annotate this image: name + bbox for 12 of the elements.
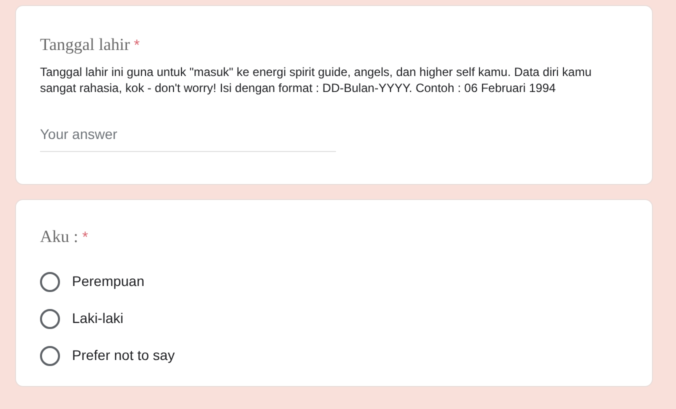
required-asterisk: *: [82, 228, 88, 248]
question-description: Tanggal lahir ini guna untuk "masuk" ke energi spirit guide, angels, dan higher self kamu. Data diri kamu sangat rahasia, kok - don't worry! Isi dengan format : DD-Bulan-YYYY. Contoh : 06 Februari 1994: [40, 64, 592, 96]
question-title: Tanggal lahir: [40, 34, 130, 56]
option-label: Prefer not to say: [72, 346, 175, 365]
radio-button[interactable]: [40, 346, 60, 366]
radio-button[interactable]: [40, 272, 60, 292]
option-label: Laki-laki: [72, 309, 124, 328]
answer-field[interactable]: Your answer: [40, 124, 336, 152]
question-title: Aku :: [40, 226, 78, 248]
radio-button[interactable]: [40, 308, 60, 328]
option-label: Perempuan: [72, 272, 144, 291]
required-asterisk: *: [134, 36, 140, 56]
